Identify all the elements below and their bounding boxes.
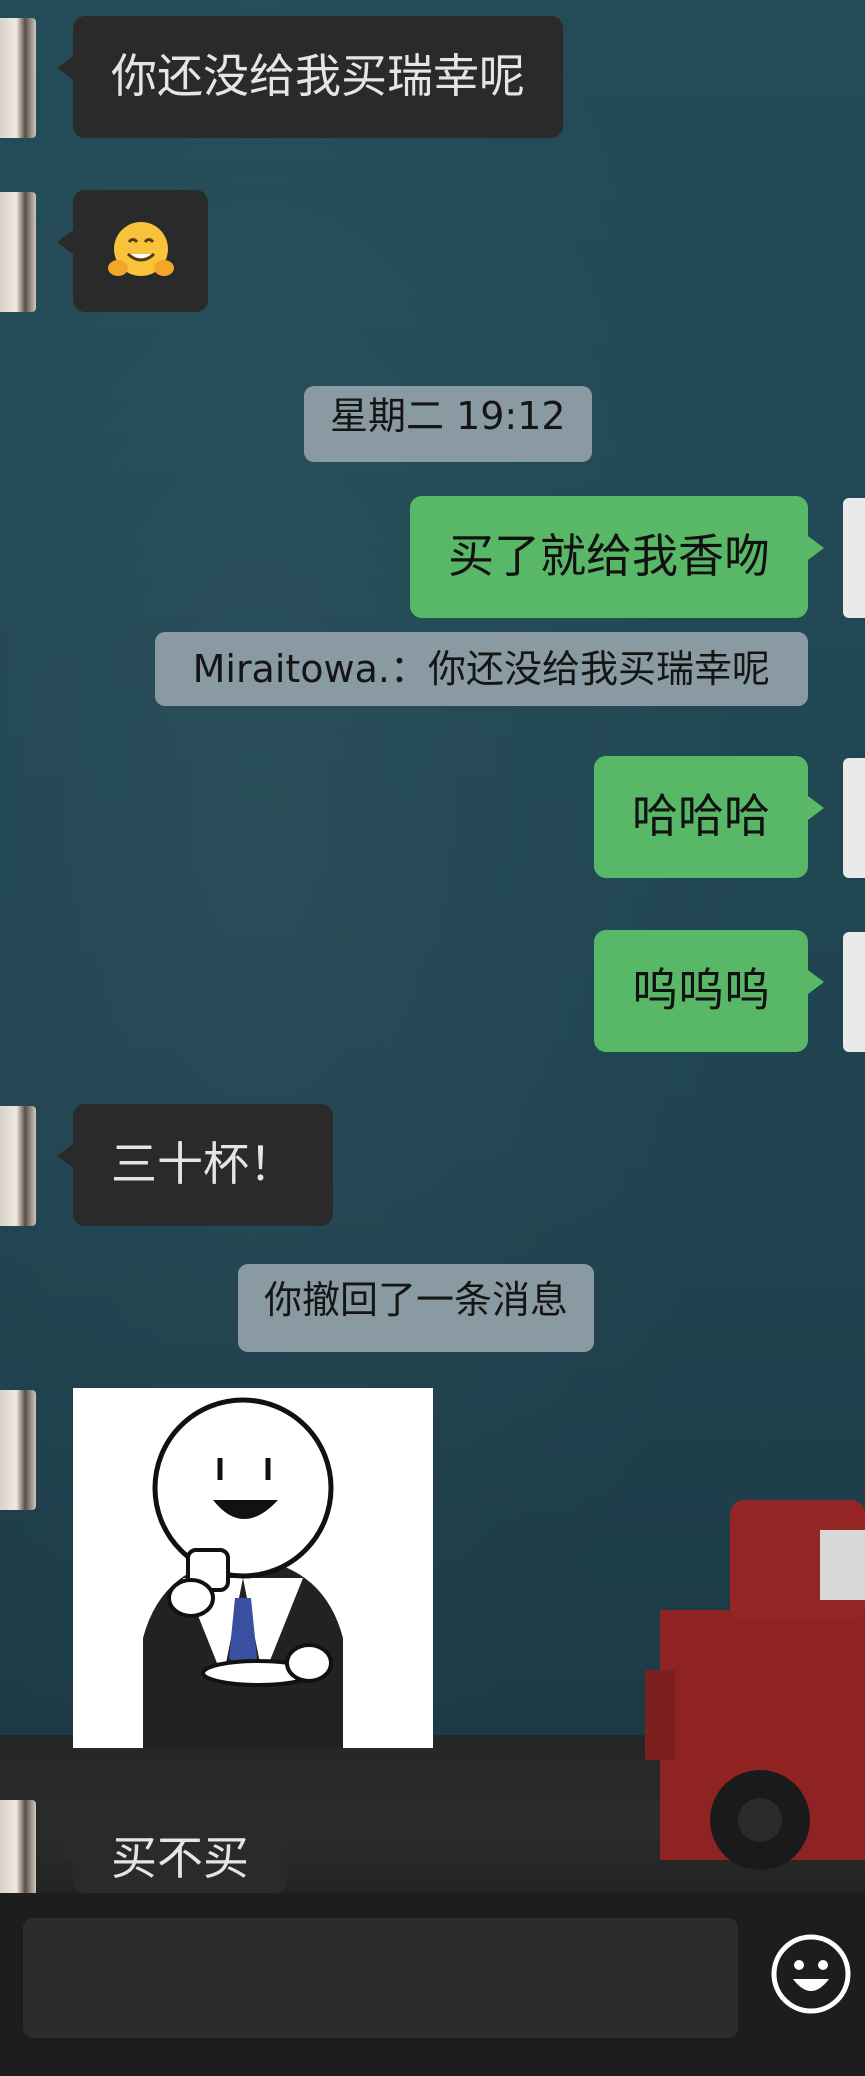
message-text: 买了就给我香吻: [448, 529, 770, 583]
wallpaper-red-car: [645, 1500, 865, 1870]
message-input-bar: [0, 1893, 865, 2076]
outgoing-message-bubble[interactable]: 呜呜呜: [594, 930, 824, 1052]
message-input-field[interactable]: [23, 1918, 738, 2038]
contact-avatar[interactable]: [0, 18, 36, 138]
incoming-message-bubble[interactable]: 你还没给我买瑞幸呢: [57, 16, 563, 138]
quoted-message[interactable]: Miraitowa.：你还没给我买瑞幸呢: [154, 632, 808, 706]
message-text: 哈哈哈: [632, 789, 770, 843]
recall-notice-text: 你撤回了一条消息: [264, 1278, 569, 1322]
sticker-illustration: [143, 1397, 343, 1748]
hugging-face-emoji-icon: [108, 222, 174, 276]
message-text: 买不买: [111, 1831, 249, 1885]
smiley-face-icon[interactable]: [770, 1933, 852, 2015]
man-in-suit-drinking-coffee-sticker[interactable]: [73, 1388, 433, 1748]
message-text: 呜呜呜: [632, 963, 770, 1017]
incoming-message-bubble[interactable]: 三十杯！: [57, 1104, 333, 1226]
my-avatar[interactable]: [843, 932, 865, 1052]
timestamp-text: 星期二 19:12: [330, 394, 566, 438]
contact-avatar[interactable]: [0, 192, 36, 312]
my-avatar[interactable]: [843, 498, 865, 618]
incoming-message-bubble[interactable]: 买不买: [57, 1798, 287, 1893]
outgoing-message-bubble[interactable]: 买了就给我香吻: [410, 496, 824, 618]
contact-avatar[interactable]: [0, 1390, 36, 1510]
incoming-emoji-bubble[interactable]: [57, 190, 208, 312]
contact-avatar[interactable]: [0, 1106, 36, 1226]
message-text: 三十杯！: [111, 1137, 295, 1191]
outgoing-message-bubble[interactable]: 哈哈哈: [594, 756, 824, 878]
my-avatar[interactable]: [843, 758, 865, 878]
timestamp-label: 星期二 19:12: [304, 386, 592, 462]
quote-text: Miraitowa.：你还没给我买瑞幸呢: [192, 647, 770, 691]
recall-notice: 你撤回了一条消息: [238, 1264, 595, 1352]
message-text: 你还没给我买瑞幸呢: [111, 49, 525, 103]
